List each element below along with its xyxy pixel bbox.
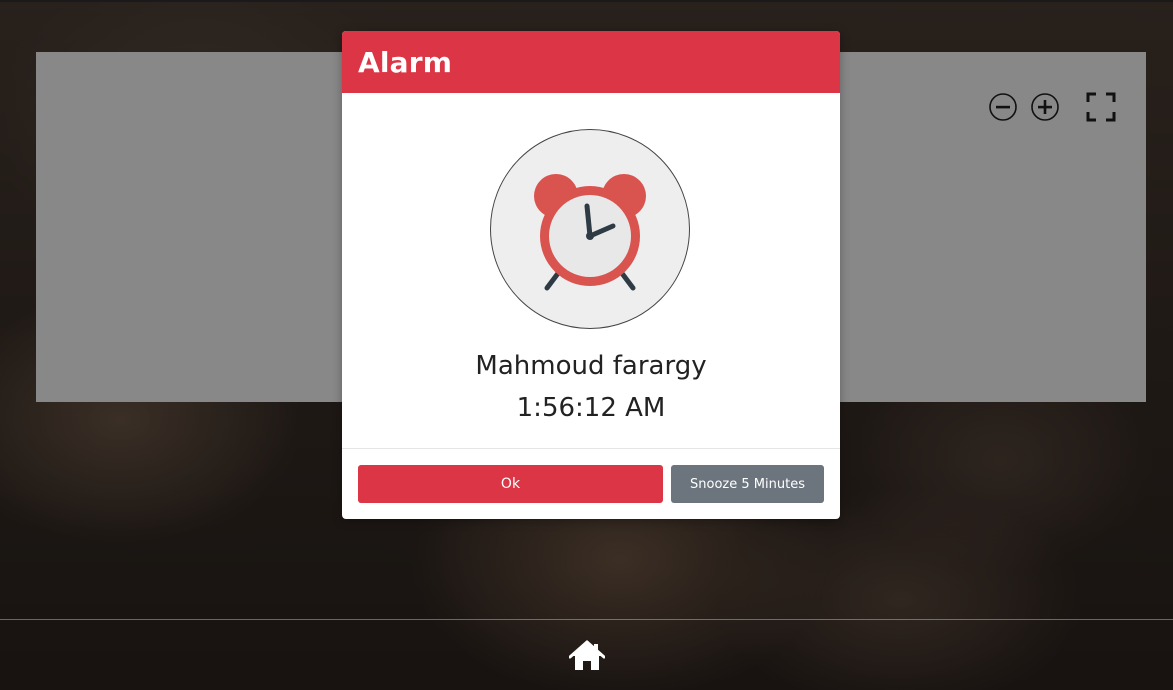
- bottom-nav-bar: [0, 619, 1173, 690]
- alarm-name: Mahmoud farargy: [475, 351, 707, 381]
- alarm-modal: Alarm Mahmoud farargy 1:56:12 AM Ok Snoo…: [342, 31, 840, 519]
- alarm-clock-icon: [490, 129, 690, 329]
- modal-footer: Ok Snooze 5 Minutes: [342, 448, 840, 519]
- zoom-out-icon[interactable]: [988, 92, 1018, 122]
- top-border: [0, 0, 1173, 2]
- viewer-controls: [988, 92, 1116, 122]
- home-icon[interactable]: [568, 640, 605, 672]
- modal-body: Mahmoud farargy 1:56:12 AM: [342, 93, 840, 448]
- alarm-time: 1:56:12 AM: [516, 393, 666, 423]
- fullscreen-icon[interactable]: [1086, 92, 1116, 122]
- ok-button[interactable]: Ok: [358, 465, 663, 503]
- snooze-button[interactable]: Snooze 5 Minutes: [671, 465, 824, 503]
- modal-header: Alarm: [342, 31, 840, 93]
- modal-title: Alarm: [358, 45, 453, 79]
- zoom-in-icon[interactable]: [1030, 92, 1060, 122]
